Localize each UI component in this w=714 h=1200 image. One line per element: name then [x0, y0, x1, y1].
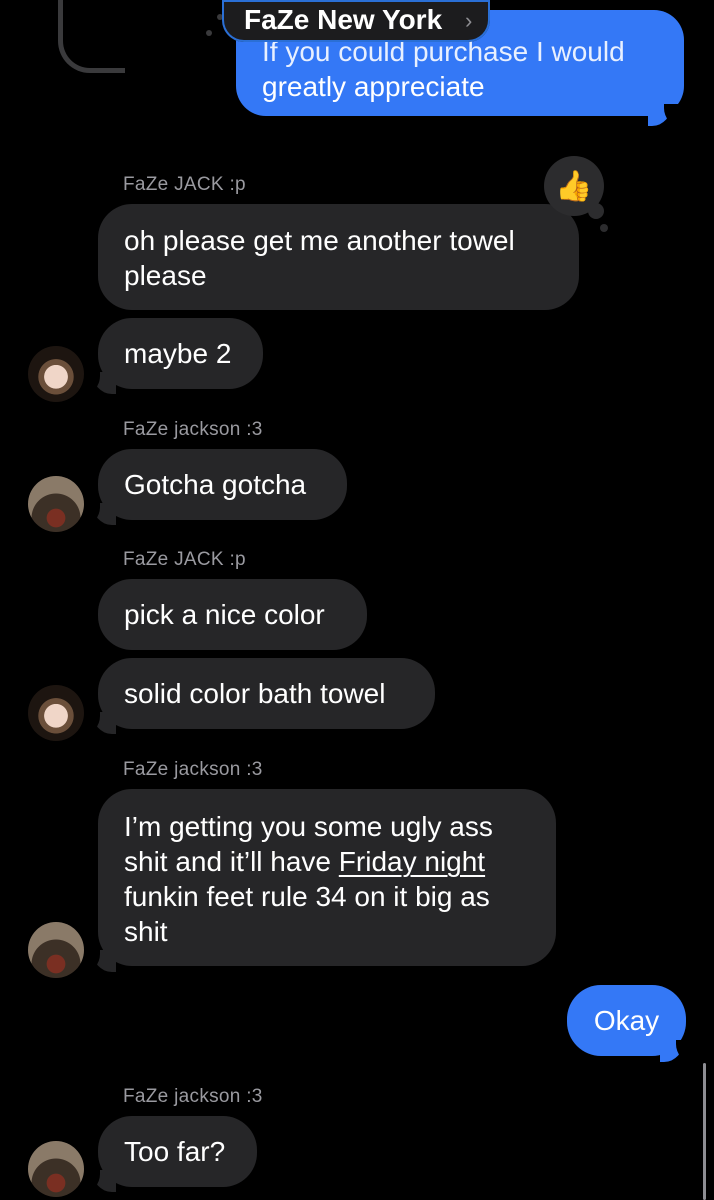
sender-name: FaZe jackson :3	[123, 759, 263, 780]
contact-name[interactable]: FaZe New York	[244, 4, 442, 36]
message-bubble-received[interactable]: solid color bath towel	[98, 658, 435, 729]
message-bubble-received[interactable]: pick a nice color	[98, 579, 367, 650]
message-text: maybe 2	[124, 338, 232, 369]
message-text-line: oh please get me another towel	[124, 225, 515, 256]
reaction-emoji: 👍	[555, 169, 593, 203]
message-bubble-received[interactable]: Too far?	[98, 1116, 257, 1187]
message-text: Gotcha gotcha	[124, 469, 307, 500]
decorative-bracket	[58, 0, 125, 73]
header-decoration	[206, 30, 212, 36]
thumbs-up-icon[interactable]: 👍	[544, 156, 604, 216]
bubble-tail	[648, 104, 684, 126]
message-text: Okay	[593, 1005, 660, 1036]
sender-name: FaZe jackson :3	[123, 419, 263, 440]
message-text: Too far?	[124, 1136, 226, 1167]
message-bubble-received[interactable]: I’m getting you some ugly ass shit and i…	[98, 789, 556, 966]
bubble-tail	[80, 712, 116, 734]
message-text-line: greatly appreciate	[262, 71, 485, 102]
message-bubble-received[interactable]: oh please get me another towel please	[98, 204, 579, 310]
message-text-line: please	[124, 260, 207, 291]
chevron-right-icon[interactable]: ›	[465, 8, 472, 34]
message-text: shit and it’ll have	[124, 846, 339, 877]
avatar[interactable]	[28, 346, 84, 402]
avatar[interactable]	[28, 922, 84, 978]
scrollbar[interactable]	[703, 1063, 706, 1200]
sender-name: FaZe JACK :p	[123, 549, 246, 570]
sender-name: FaZe JACK :p	[123, 174, 246, 195]
bubble-tail	[80, 950, 116, 972]
message-text-line: shit and it’ll have Friday night	[124, 844, 530, 879]
bubble-tail	[80, 503, 116, 525]
avatar[interactable]	[28, 685, 84, 741]
bubble-tail	[80, 1170, 116, 1192]
bubble-tail	[660, 1040, 696, 1062]
sender-name: FaZe jackson :3	[123, 1086, 263, 1107]
message-bubble-received[interactable]: Gotcha gotcha	[98, 449, 347, 520]
reaction-tail	[600, 224, 608, 232]
bubble-tail	[80, 372, 116, 394]
message-text: pick a nice color	[124, 599, 325, 630]
message-text-line: shit	[124, 916, 168, 947]
message-bubble-received[interactable]: maybe 2	[98, 318, 263, 389]
message-text: solid color bath towel	[124, 678, 386, 709]
detected-link[interactable]: Friday night	[339, 846, 485, 877]
avatar[interactable]	[28, 476, 84, 532]
message-text-line: funkin feet rule 34 on it big as	[124, 881, 490, 912]
message-text-line: I’m getting you some ugly ass	[124, 811, 493, 842]
avatar[interactable]	[28, 1141, 84, 1197]
